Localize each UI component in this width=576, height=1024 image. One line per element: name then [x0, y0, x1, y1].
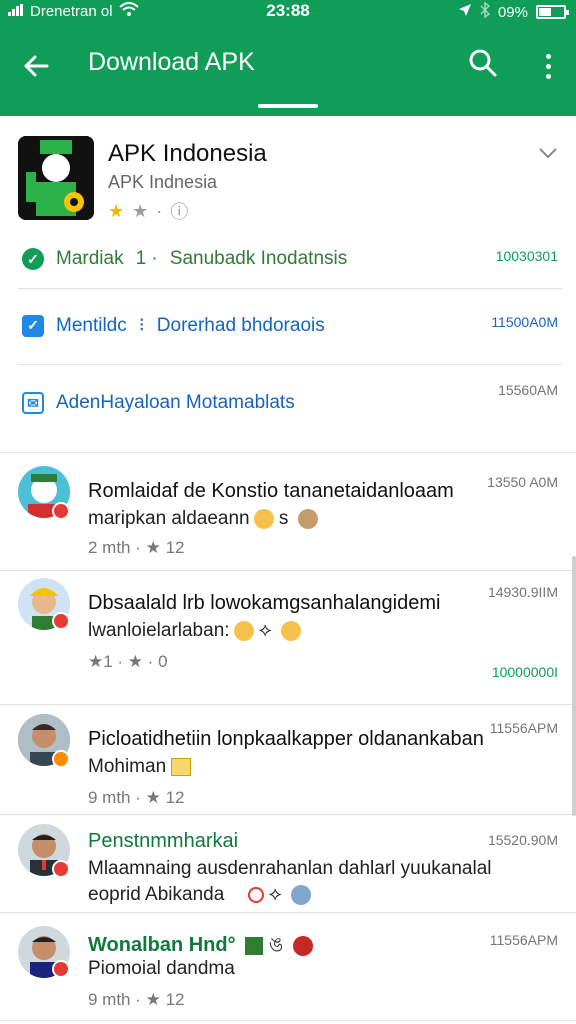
status-right: 09%	[458, 1, 569, 22]
review-body: Piomoial dandma	[88, 958, 235, 979]
review-meta: 2 mth · ★ 12	[88, 538, 185, 557]
divider	[0, 1020, 576, 1021]
divider	[18, 364, 562, 365]
review-body: Mlaamnaing ausdenrahanlan dahlarl yuukan…	[88, 858, 492, 879]
divider	[0, 814, 576, 815]
review-time-secondary: 10000000I	[491, 664, 558, 680]
notice-title: Mentildc	[56, 314, 127, 336]
smile-emoji-icon	[253, 508, 274, 529]
review-body: Mohiman	[88, 756, 167, 777]
scrollbar[interactable]	[572, 556, 576, 816]
back-button[interactable]	[18, 48, 54, 84]
review-title: Dbsaalald lrb lowokamgsanhalangidemi	[88, 592, 441, 614]
notice-row[interactable]: ✓ Mardiak 1 · Sanubadk Inodatnsis 100303…	[0, 240, 576, 288]
notice-row[interactable]: ✓ Mentildc ⁝ Dorerhad bhdoraois 11500A0M	[0, 306, 576, 356]
notice-sep: 1 ·	[135, 248, 158, 269]
verified-badge-icon	[52, 502, 70, 520]
review-time: 13550 A0M	[487, 474, 558, 490]
divider	[0, 912, 576, 913]
notice-time: 15560AM	[498, 382, 558, 398]
notice-title: Mardiak	[56, 248, 124, 269]
app-logo	[18, 136, 94, 220]
battery-percent: 09%	[497, 3, 528, 21]
notice-time: 11500A0M	[491, 314, 558, 330]
notice-detail: Sanubadk Inodatnsis	[169, 248, 348, 269]
app-publisher: APK Indnesia	[108, 172, 218, 192]
review-body-line2: eoprid Abikanda	[88, 884, 225, 905]
leaf-icon	[245, 936, 264, 955]
back-arrow-icon	[24, 55, 49, 77]
app-bar: Drenetran ol 23:88 09% Download APK	[0, 0, 576, 116]
review-title: Wonalban Hnd°	[88, 934, 236, 956]
review-time: 11556APM	[489, 932, 558, 948]
search-button[interactable]	[468, 48, 508, 84]
app-info-card[interactable]: APK Indonesia APK Indnesia ★ ★ · ⓘ	[0, 128, 576, 228]
face-emoji-icon	[292, 935, 313, 956]
review-time: 15520.90M	[487, 832, 558, 848]
review-body: maripkan aldaeann	[88, 508, 250, 529]
notice-time: 10030301	[495, 248, 558, 264]
divider	[18, 288, 562, 289]
verified-badge-icon	[52, 750, 70, 768]
review-time: 14930.9IIM	[487, 584, 558, 600]
review-item[interactable]: Dbsaalald lrb lowokamgsanhalangidemi lwa…	[0, 576, 576, 702]
review-item[interactable]: Penstnmmharkai Mlaamnaing ausdenrahanlan…	[0, 820, 576, 914]
divider	[0, 452, 576, 453]
divider	[0, 704, 576, 705]
face-emoji-icon	[297, 508, 318, 529]
more-vert-icon	[545, 53, 551, 59]
review-item[interactable]: Picloatidhetiin lonpkaalkapper oldananka…	[0, 710, 576, 814]
status-bar: Drenetran ol 23:88 09%	[0, 0, 576, 24]
star-empty-icon: ★	[132, 200, 149, 221]
verified-badge-icon	[52, 860, 70, 878]
face-emoji-icon	[290, 884, 311, 905]
review-meta: 9 mth · ★ 12	[88, 990, 185, 1009]
verified-badge-icon	[52, 612, 70, 630]
check-circle-icon: ✓	[22, 248, 44, 270]
bluetooth-icon	[480, 1, 491, 22]
notice-row[interactable]: ✉ AdenHayaloan Motamablats 15560AM	[0, 378, 576, 448]
smile-emoji-icon	[233, 620, 254, 641]
page-title: Download APK	[88, 48, 255, 76]
location-icon	[458, 3, 472, 21]
notice-detail: Dorerhad bhdoraois	[156, 314, 325, 336]
title-bar: Download APK	[0, 30, 576, 100]
review-meta: 9 mth · ★ 12	[88, 788, 185, 807]
review-time: 11556APM	[489, 720, 558, 736]
review-item[interactable]: Romlaidaf de Konstio tananetaidanloaam m…	[0, 460, 576, 568]
review-body: lwanloielarlaban:	[88, 620, 230, 641]
notice-sep: ⁝	[138, 315, 145, 336]
note-icon	[171, 757, 192, 776]
app-rating: ★ ★ · ⓘ	[108, 198, 188, 224]
expand-button[interactable]	[534, 140, 562, 168]
divider	[0, 570, 576, 571]
blush-emoji-icon	[280, 620, 301, 641]
app-name: APK Indonesia	[108, 140, 267, 167]
battery-icon	[536, 5, 569, 19]
info-icon: ⓘ	[170, 202, 189, 222]
notice-title: AdenHayaloan Motamablats	[56, 392, 295, 413]
envelope-icon: ✉	[22, 392, 44, 414]
tab-indicator	[258, 104, 318, 108]
shield-icon: ✓	[22, 314, 44, 337]
review-title: Picloatidhetiin lonpkaalkapper oldananka…	[88, 728, 484, 750]
review-meta: ★1 · ★ · 0	[88, 652, 168, 671]
verified-badge-icon	[52, 960, 70, 978]
chevron-down-icon	[539, 148, 557, 159]
star-filled-icon: ★	[108, 200, 125, 221]
more-options-button[interactable]	[533, 48, 563, 84]
ring-icon	[247, 886, 264, 903]
search-icon	[469, 49, 497, 77]
dot-separator: ·	[156, 200, 163, 221]
review-item[interactable]: Wonalban Hnd° ঙ Piomoial dandma 9 mth · …	[0, 918, 576, 1022]
review-title: Penstnmmharkai	[88, 830, 239, 852]
review-title: Romlaidaf de Konstio tananetaidanloaam	[88, 480, 454, 502]
